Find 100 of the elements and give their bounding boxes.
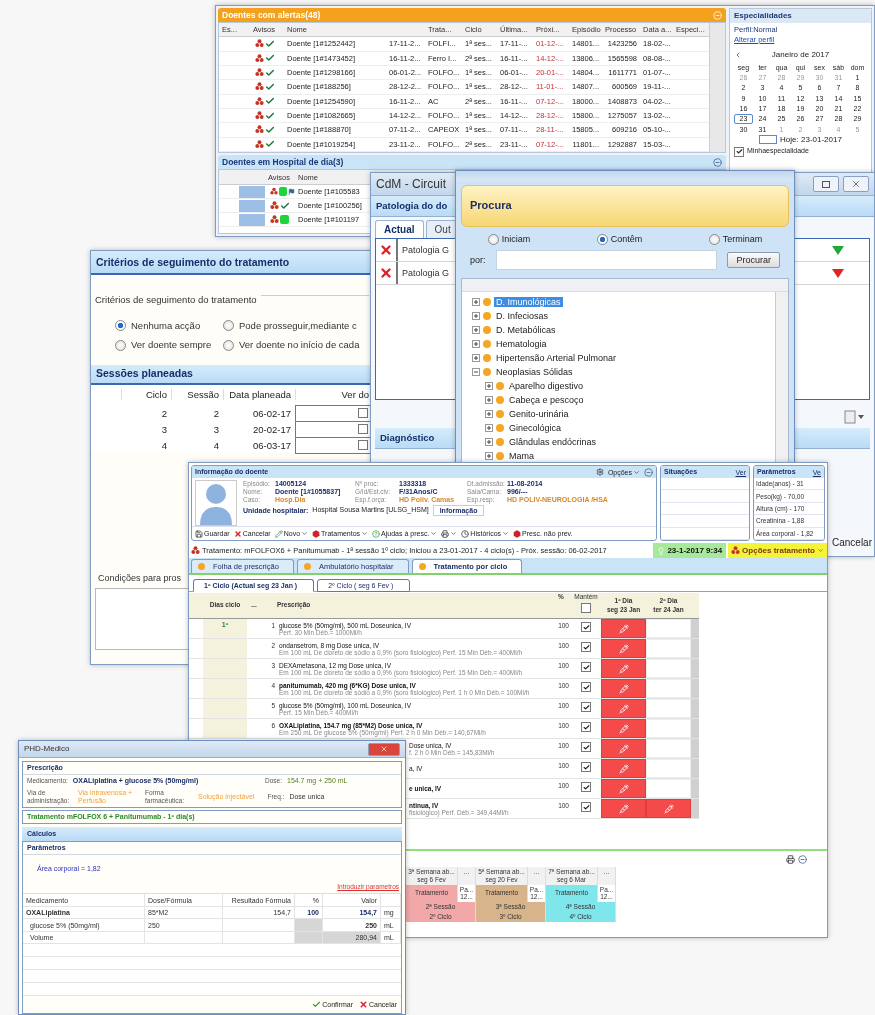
- collapse-icon[interactable]: [713, 157, 722, 167]
- search-field[interactable]: [495, 250, 718, 270]
- dose-cell[interactable]: [601, 679, 646, 698]
- row-selector[interactable]: [239, 185, 265, 198]
- radio-label: Iniciam: [501, 234, 531, 245]
- tree-item[interactable]: Neoplasias Sólidas: [494, 367, 575, 377]
- checkbox[interactable]: [358, 408, 368, 419]
- node-dot-icon: [483, 354, 491, 362]
- collapse-icon[interactable]: [644, 467, 653, 477]
- radio-button[interactable]: [223, 339, 234, 351]
- checkbox[interactable]: [581, 782, 591, 792]
- expand-node-icon[interactable]: [485, 410, 493, 418]
- hazard-icon: [255, 53, 264, 63]
- expand-node-icon[interactable]: [472, 340, 480, 348]
- caret-icon: [817, 547, 824, 554]
- dose-cell[interactable]: [601, 759, 646, 778]
- expand-node-icon[interactable]: [485, 382, 493, 390]
- checkbox[interactable]: [581, 603, 591, 614]
- checkbox[interactable]: [581, 762, 591, 772]
- row-selector[interactable]: [239, 213, 265, 226]
- dose-cell[interactable]: [601, 739, 646, 758]
- checkbox[interactable]: [581, 742, 591, 752]
- expand-node-icon[interactable]: [485, 452, 493, 460]
- dropdown-icon[interactable]: [844, 410, 866, 424]
- checkbox[interactable]: [581, 702, 591, 712]
- search-button[interactable]: Procurar: [727, 252, 780, 268]
- radio-label: Ver doente sempre: [131, 339, 212, 351]
- dose-cell[interactable]: [646, 799, 691, 818]
- expand-node-icon[interactable]: [472, 298, 480, 306]
- table-cell-text: 4: [160, 439, 168, 451]
- hazard-icon: [191, 546, 200, 555]
- checkbox[interactable]: [581, 682, 591, 692]
- expand-node-icon[interactable]: [472, 354, 480, 362]
- column-header[interactable]: Data planeada: [223, 389, 295, 401]
- panel-title: Doentes em Hospital de dia(3): [222, 156, 344, 168]
- cancel-button[interactable]: Cancelar: [831, 537, 872, 548]
- row-selector[interactable]: [239, 199, 265, 212]
- tab[interactable]: Actual: [375, 220, 424, 238]
- treatment-options-button[interactable]: Opções tratamento: [728, 543, 827, 558]
- checkbox[interactable]: [581, 662, 591, 672]
- tree-item[interactable]: Ginecológica: [507, 423, 564, 433]
- settings-icon[interactable]: [595, 468, 604, 476]
- remove-icon[interactable]: [379, 266, 393, 280]
- tree-item[interactable]: Hipertensão Arterial Pulmonar: [494, 353, 619, 363]
- column-header[interactable]: Sessão: [171, 389, 223, 401]
- radio-button[interactable]: [115, 320, 126, 332]
- toolbar-button[interactable]: [441, 529, 458, 538]
- maximize-button[interactable]: [813, 176, 839, 192]
- checkbox[interactable]: [358, 424, 368, 435]
- dose-cell[interactable]: [601, 719, 646, 738]
- tree-item[interactable]: Hematologia: [494, 339, 549, 349]
- radio-button[interactable]: [223, 320, 234, 332]
- close-button[interactable]: [843, 176, 869, 192]
- checkbox[interactable]: [734, 146, 744, 157]
- tree-item[interactable]: Mama: [507, 451, 536, 461]
- checkbox[interactable]: [581, 722, 591, 732]
- tree-item[interactable]: Cabeça e pescoço: [507, 395, 586, 405]
- expand-node-icon[interactable]: [472, 312, 480, 320]
- dose-cell[interactable]: [601, 799, 646, 818]
- syringe-icon: [618, 723, 629, 734]
- dose-cell[interactable]: [601, 639, 646, 658]
- dose-cell[interactable]: [601, 779, 646, 798]
- radio-button[interactable]: [115, 339, 126, 351]
- tree-item[interactable]: D. Infeciosas: [494, 311, 551, 321]
- down-triangle-icon[interactable]: [832, 268, 844, 278]
- remove-icon[interactable]: [379, 243, 393, 257]
- close-button[interactable]: [368, 742, 400, 756]
- today-label[interactable]: Hoje: 23-01-2017: [780, 135, 842, 145]
- tree-item[interactable]: D. Metabólicas: [494, 325, 558, 335]
- expand-node-icon[interactable]: [485, 438, 493, 446]
- checkbox[interactable]: [358, 440, 368, 451]
- checkbox[interactable]: [581, 802, 591, 812]
- dose-cell[interactable]: [601, 659, 646, 678]
- radio-button[interactable]: [487, 234, 499, 245]
- scrollbar[interactable]: [775, 292, 788, 464]
- print-icon[interactable]: [786, 855, 795, 864]
- radio-label: Contêm: [610, 234, 643, 245]
- tree-item[interactable]: Aparelho digestivo: [507, 381, 586, 391]
- scrollbar[interactable]: [709, 23, 725, 152]
- caret-icon: [633, 468, 640, 476]
- column-header[interactable]: Ciclo: [121, 389, 171, 401]
- node-dot-icon: [496, 396, 504, 404]
- expand-node-icon[interactable]: [485, 424, 493, 432]
- expand-node-icon[interactable]: [472, 326, 480, 334]
- dose-cell[interactable]: [601, 699, 646, 718]
- collapse-node-icon[interactable]: [472, 368, 480, 376]
- checkbox[interactable]: [581, 642, 591, 652]
- previous-month-icon[interactable]: [734, 50, 742, 59]
- conditions-field[interactable]: [95, 587, 188, 650]
- expand-node-icon[interactable]: [485, 396, 493, 404]
- radio-label: Nenhuma acção: [131, 320, 201, 332]
- dose-cell[interactable]: [601, 619, 646, 638]
- panel-title: Doentes com alertas(48): [222, 9, 321, 21]
- radio-button[interactable]: [708, 234, 720, 245]
- tree-item[interactable]: Glândulas endócrinas: [507, 437, 599, 447]
- radio-button[interactable]: [596, 234, 608, 245]
- table-cell-text: 4: [212, 439, 220, 451]
- tree-item[interactable]: Genito-urinária: [507, 409, 571, 419]
- collapse-icon[interactable]: [798, 855, 807, 864]
- checkbox[interactable]: [581, 622, 591, 632]
